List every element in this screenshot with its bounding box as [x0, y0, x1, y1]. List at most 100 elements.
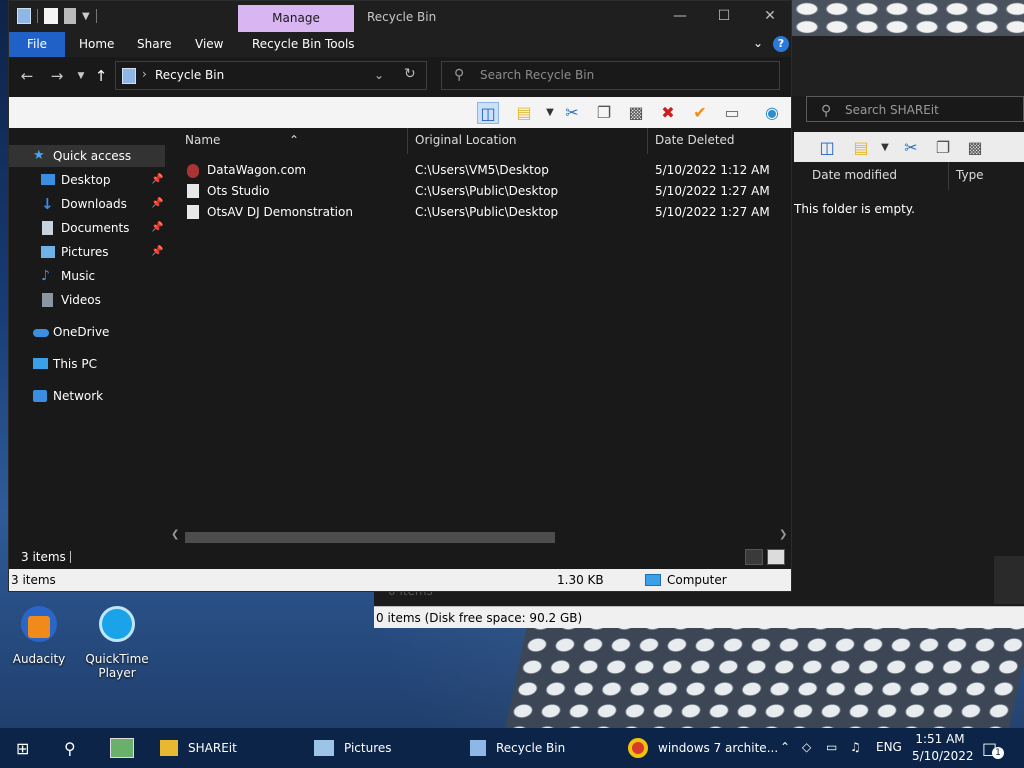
- tab-recycle-bin-tools[interactable]: Recycle Bin Tools: [238, 32, 369, 57]
- address-dropdown-icon[interactable]: ⌄: [374, 68, 384, 82]
- sidebar-item-documents[interactable]: Documents 📌: [9, 217, 165, 239]
- chevron-down-icon[interactable]: ▼: [539, 102, 561, 124]
- search-input[interactable]: ⚲ Search Recycle Bin: [441, 61, 780, 90]
- sidebar-item-desktop[interactable]: Desktop 📌: [9, 169, 165, 191]
- maximize-button[interactable]: ☐: [701, 5, 747, 27]
- tab-share[interactable]: Share: [123, 32, 186, 57]
- breadcrumb[interactable]: Recycle Bin: [155, 68, 224, 82]
- empty-folder-text: This folder is empty.: [794, 202, 915, 216]
- tab-manage[interactable]: Manage: [238, 5, 354, 32]
- show-hidden-icons-icon[interactable]: ⌃: [780, 740, 790, 754]
- computer-tray-icon[interactable]: ▭: [826, 740, 837, 754]
- close-button[interactable]: ✕: [747, 5, 793, 27]
- notification-center-button[interactable]: □ 1: [982, 728, 1004, 768]
- taskbar-item-shareit[interactable]: SHAREit: [160, 728, 237, 768]
- system-clock[interactable]: 1:51 AM 5/10/2022: [912, 731, 974, 765]
- pin-icon[interactable]: 📌: [151, 241, 163, 263]
- command-toolbar: ◫ ▤ ▼ ✂ ❐ ▩ ✖ ✔ ▭ ◉: [9, 97, 791, 128]
- cloud-icon: [33, 329, 49, 337]
- minimize-button[interactable]: —: [657, 5, 703, 27]
- recent-locations-button[interactable]: ▼: [71, 71, 91, 81]
- large-icons-view-icon[interactable]: [767, 549, 785, 565]
- sidebar-item-quick-access[interactable]: ★ Quick access: [9, 145, 165, 167]
- copy-icon[interactable]: ❐: [593, 102, 615, 124]
- customize-toolbar-icon[interactable]: ▼: [82, 11, 90, 22]
- sidebar-item-videos[interactable]: Videos: [9, 289, 165, 311]
- column-original-location[interactable]: Original Location: [415, 133, 517, 147]
- cut-icon[interactable]: ✂: [561, 102, 583, 124]
- table-row[interactable]: Ots Studio C:\Users\Public\Desktop 5/10/…: [165, 181, 791, 202]
- table-row[interactable]: OtsAV DJ Demonstration C:\Users\Public\D…: [165, 202, 791, 223]
- table-row[interactable]: DataWagon.com C:\Users\VM5\Desktop 5/10/…: [165, 160, 791, 181]
- properties-icon[interactable]: [44, 8, 58, 24]
- sidebar-item-downloads[interactable]: ↓ Downloads 📌: [9, 193, 165, 215]
- notification-badge: 1: [992, 746, 1004, 759]
- chevron-down-icon[interactable]: ▼: [874, 137, 896, 159]
- column-name[interactable]: Name: [185, 133, 220, 147]
- up-button[interactable]: ↑: [91, 67, 111, 85]
- sidebar-item-music[interactable]: ♪ Music: [9, 265, 165, 287]
- sidebar-item-pictures[interactable]: Pictures 📌: [9, 241, 165, 263]
- tab-view[interactable]: View: [181, 32, 237, 57]
- delete-icon[interactable]: ✖: [657, 102, 679, 124]
- address-bar[interactable]: › Recycle Bin ⌄ ↻: [115, 61, 427, 90]
- scroll-right-icon[interactable]: ❯: [779, 529, 787, 540]
- tab-file[interactable]: File: [9, 32, 65, 57]
- file-date: 5/10/2022 1:27 AM: [655, 184, 770, 198]
- forward-button[interactable]: →: [47, 67, 67, 85]
- file-icon: [187, 205, 199, 219]
- photo-app-icon: [110, 738, 134, 758]
- taskbar-app-photos[interactable]: [110, 728, 144, 768]
- pin-icon[interactable]: 📌: [151, 217, 163, 239]
- volume-icon[interactable]: ♫: [850, 740, 861, 754]
- horizontal-scrollbar[interactable]: ❮ ❯: [165, 529, 791, 545]
- new-folder-icon[interactable]: [64, 8, 76, 24]
- back-button[interactable]: ←: [17, 67, 37, 85]
- column-date-deleted[interactable]: Date Deleted: [655, 133, 735, 147]
- scroll-left-icon[interactable]: ❮: [171, 529, 179, 540]
- network-tray-icon[interactable]: ◇: [802, 740, 811, 754]
- sidebar-item-network[interactable]: Network: [9, 385, 165, 407]
- taskbar-item-recycle-bin[interactable]: Recycle Bin: [470, 728, 565, 768]
- search-button[interactable]: ⚲: [64, 728, 76, 768]
- taskbar-item-chrome[interactable]: windows 7 archite...: [628, 728, 778, 768]
- pin-icon[interactable]: 📌: [151, 193, 163, 215]
- preview-pane-icon[interactable]: ◫: [816, 137, 838, 159]
- paste-icon[interactable]: ▩: [964, 137, 986, 159]
- help-button[interactable]: ?: [773, 36, 789, 52]
- language-indicator[interactable]: ENG: [876, 740, 902, 754]
- rename-icon[interactable]: ▭: [721, 102, 743, 124]
- sidebar-item-this-pc[interactable]: This PC: [9, 353, 165, 375]
- taskbar: ⊞ ⚲ SHAREit Pictures Recycle Bin windows…: [0, 728, 1024, 768]
- check-icon[interactable]: ✔: [689, 102, 711, 124]
- properties-icon[interactable]: ▤: [513, 102, 535, 124]
- cut-icon[interactable]: ✂: [900, 137, 922, 159]
- taskbar-item-pictures[interactable]: Pictures: [314, 728, 392, 768]
- globe-icon[interactable]: ◉: [761, 102, 783, 124]
- recycle-bin-window[interactable]: ▼ Manage Recycle Bin — ☐ ✕ File Home Sha…: [8, 0, 792, 592]
- sidebar-item-onedrive[interactable]: OneDrive: [9, 321, 165, 343]
- desktop-icon-audacity[interactable]: Audacity: [6, 602, 72, 666]
- scrollbar[interactable]: [994, 556, 1024, 604]
- shareit-search-input[interactable]: ⚲ Search SHAREit: [806, 96, 1024, 122]
- file-icon: [187, 184, 199, 198]
- scrollbar-thumb[interactable]: [185, 532, 555, 543]
- properties-icon[interactable]: ▤: [850, 137, 872, 159]
- expand-ribbon-icon[interactable]: ⌄: [753, 36, 763, 50]
- paste-icon[interactable]: ▩: [625, 102, 647, 124]
- pin-icon[interactable]: 📌: [151, 169, 163, 191]
- column-date-modified[interactable]: Date modified: [812, 168, 897, 182]
- desktop-icon-quicktime[interactable]: QuickTime Player: [84, 602, 150, 680]
- details-view-icon[interactable]: [745, 549, 763, 565]
- column-resize-handle[interactable]: [647, 128, 648, 154]
- column-resize-handle[interactable]: [407, 128, 408, 154]
- tab-home[interactable]: Home: [65, 32, 128, 57]
- start-button[interactable]: ⊞: [16, 728, 29, 768]
- file-name: Ots Studio: [207, 184, 270, 198]
- refresh-icon[interactable]: ↻: [404, 66, 416, 82]
- copy-icon[interactable]: ❐: [932, 137, 954, 159]
- column-type[interactable]: Type: [956, 168, 984, 182]
- sort-arrow-icon: ⌃: [289, 133, 300, 147]
- size-text: 1.30 KB: [557, 573, 604, 587]
- preview-pane-icon[interactable]: ◫: [477, 102, 499, 124]
